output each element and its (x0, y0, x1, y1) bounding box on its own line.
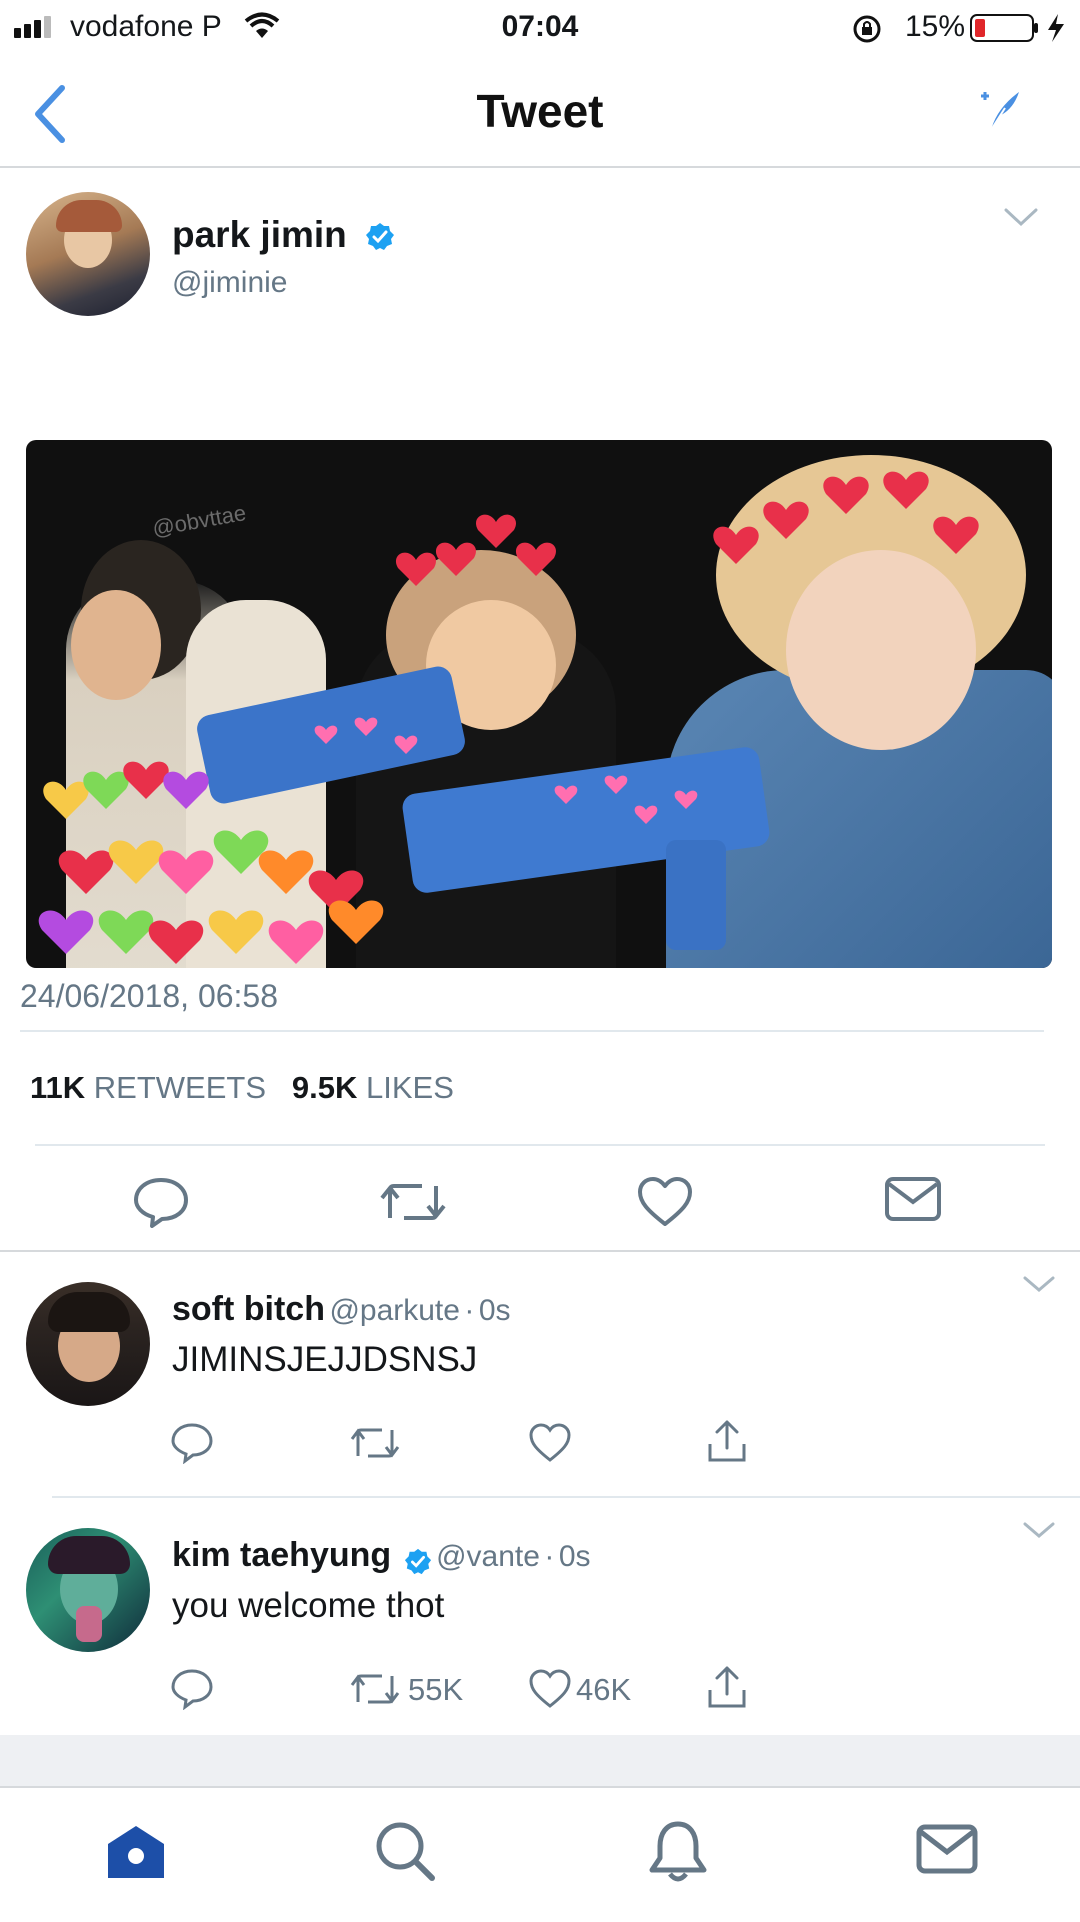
like-heart-icon[interactable] (637, 1176, 693, 1228)
likes-label: LIKES (365, 1070, 454, 1105)
avatar-hair (56, 200, 122, 232)
reply-text: you welcome thot (172, 1586, 445, 1625)
battery-icon (970, 14, 1064, 42)
compose-tweet-icon[interactable] (975, 86, 1025, 136)
reply-icon[interactable] (170, 1668, 214, 1710)
reply-author-name[interactable]: kim taehyung (172, 1536, 391, 1574)
divider (35, 1144, 1045, 1146)
author-handle[interactable]: @jiminie (172, 266, 287, 300)
separator-dot: · (464, 1294, 475, 1327)
avatar-hair (48, 1536, 130, 1574)
heart-crown-center (395, 514, 557, 586)
tweet-timestamp: 24/06/2018, 06:58 (20, 978, 279, 1014)
separator-dot: · (544, 1540, 555, 1573)
retweet-icon[interactable] (350, 1670, 400, 1708)
tweet-photo[interactable]: @obvttae (26, 440, 1052, 968)
avatar-hand (76, 1606, 102, 1642)
reply-icon[interactable] (132, 1176, 190, 1228)
author-name[interactable]: park jimin (172, 214, 347, 255)
avatar-hair (48, 1292, 130, 1332)
likes-stat[interactable]: 9.5K LIKES (292, 1070, 454, 1105)
author-avatar[interactable] (26, 192, 150, 316)
reply-text: JIMINSJEJJDSNSJ (172, 1340, 478, 1379)
page-title: Tweet (476, 85, 604, 137)
reply-time: 0s (558, 1540, 591, 1573)
reply-header: kim taehyung @vante · 0s (172, 1536, 591, 1576)
retweet-icon[interactable] (350, 1424, 400, 1462)
verified-badge-icon (404, 1548, 431, 1574)
reply-tweet[interactable]: kim taehyung @vante · 0s you welcome tho… (0, 1498, 1080, 1734)
reply-header: soft bitch @parkute · 0s (172, 1290, 511, 1329)
reply-options-chevron-icon[interactable] (1022, 1274, 1056, 1294)
reply-tweet[interactable]: soft bitch @parkute · 0s JIMINSJEJJDSNSJ (0, 1252, 1080, 1492)
notifications-bell-icon[interactable] (646, 1818, 710, 1884)
verified-badge-icon (366, 223, 395, 251)
retweets-count: 11K (30, 1070, 86, 1105)
retweets-label: RETWEETS (93, 1070, 267, 1105)
reply-avatar[interactable] (26, 1282, 150, 1406)
nav-bar: Tweet (0, 56, 1080, 168)
retweets-stat[interactable]: 11K RETWEETS (30, 1070, 266, 1105)
heart-stickers-guns (314, 717, 698, 824)
divider (20, 1030, 1044, 1032)
heart-pile-bottom-left (38, 761, 384, 964)
reply-icon[interactable] (170, 1422, 214, 1464)
likes-count: 9.5K (291, 1070, 358, 1105)
share-icon[interactable] (706, 1418, 748, 1464)
author-name-row[interactable]: park jimin (172, 214, 395, 256)
battery-percent: 15% (904, 10, 965, 43)
status-bar: vodafone P 07:04 15% (0, 0, 1080, 56)
like-heart-icon[interactable] (528, 1422, 572, 1464)
share-icon[interactable] (706, 1664, 748, 1710)
reply-author-name[interactable]: soft bitch (172, 1290, 325, 1328)
retweet-count: 55K (408, 1672, 464, 1707)
heart-crown-right (713, 471, 979, 564)
reply-options-chevron-icon[interactable] (1022, 1520, 1056, 1540)
search-icon[interactable] (374, 1820, 436, 1882)
tweet-stats: 11K RETWEETS 9.5K LIKES (30, 1070, 454, 1106)
reply-avatar[interactable] (26, 1528, 150, 1652)
tab-bar (0, 1786, 1080, 1922)
messages-envelope-icon[interactable] (916, 1824, 978, 1874)
feed-footer-spacer (0, 1735, 1080, 1786)
tweet-options-chevron-icon[interactable] (1003, 206, 1039, 228)
reply-author-handle[interactable]: @parkute (329, 1294, 460, 1327)
like-count: 46K (576, 1672, 632, 1707)
reply-author-handle[interactable]: @vante (436, 1540, 540, 1573)
retweet-icon[interactable] (380, 1178, 446, 1226)
direct-message-icon[interactable] (884, 1176, 942, 1222)
like-heart-icon[interactable] (528, 1668, 572, 1710)
reply-time: 0s (478, 1294, 511, 1327)
rotation-lock-icon (853, 15, 881, 43)
home-icon[interactable] (104, 1822, 168, 1882)
